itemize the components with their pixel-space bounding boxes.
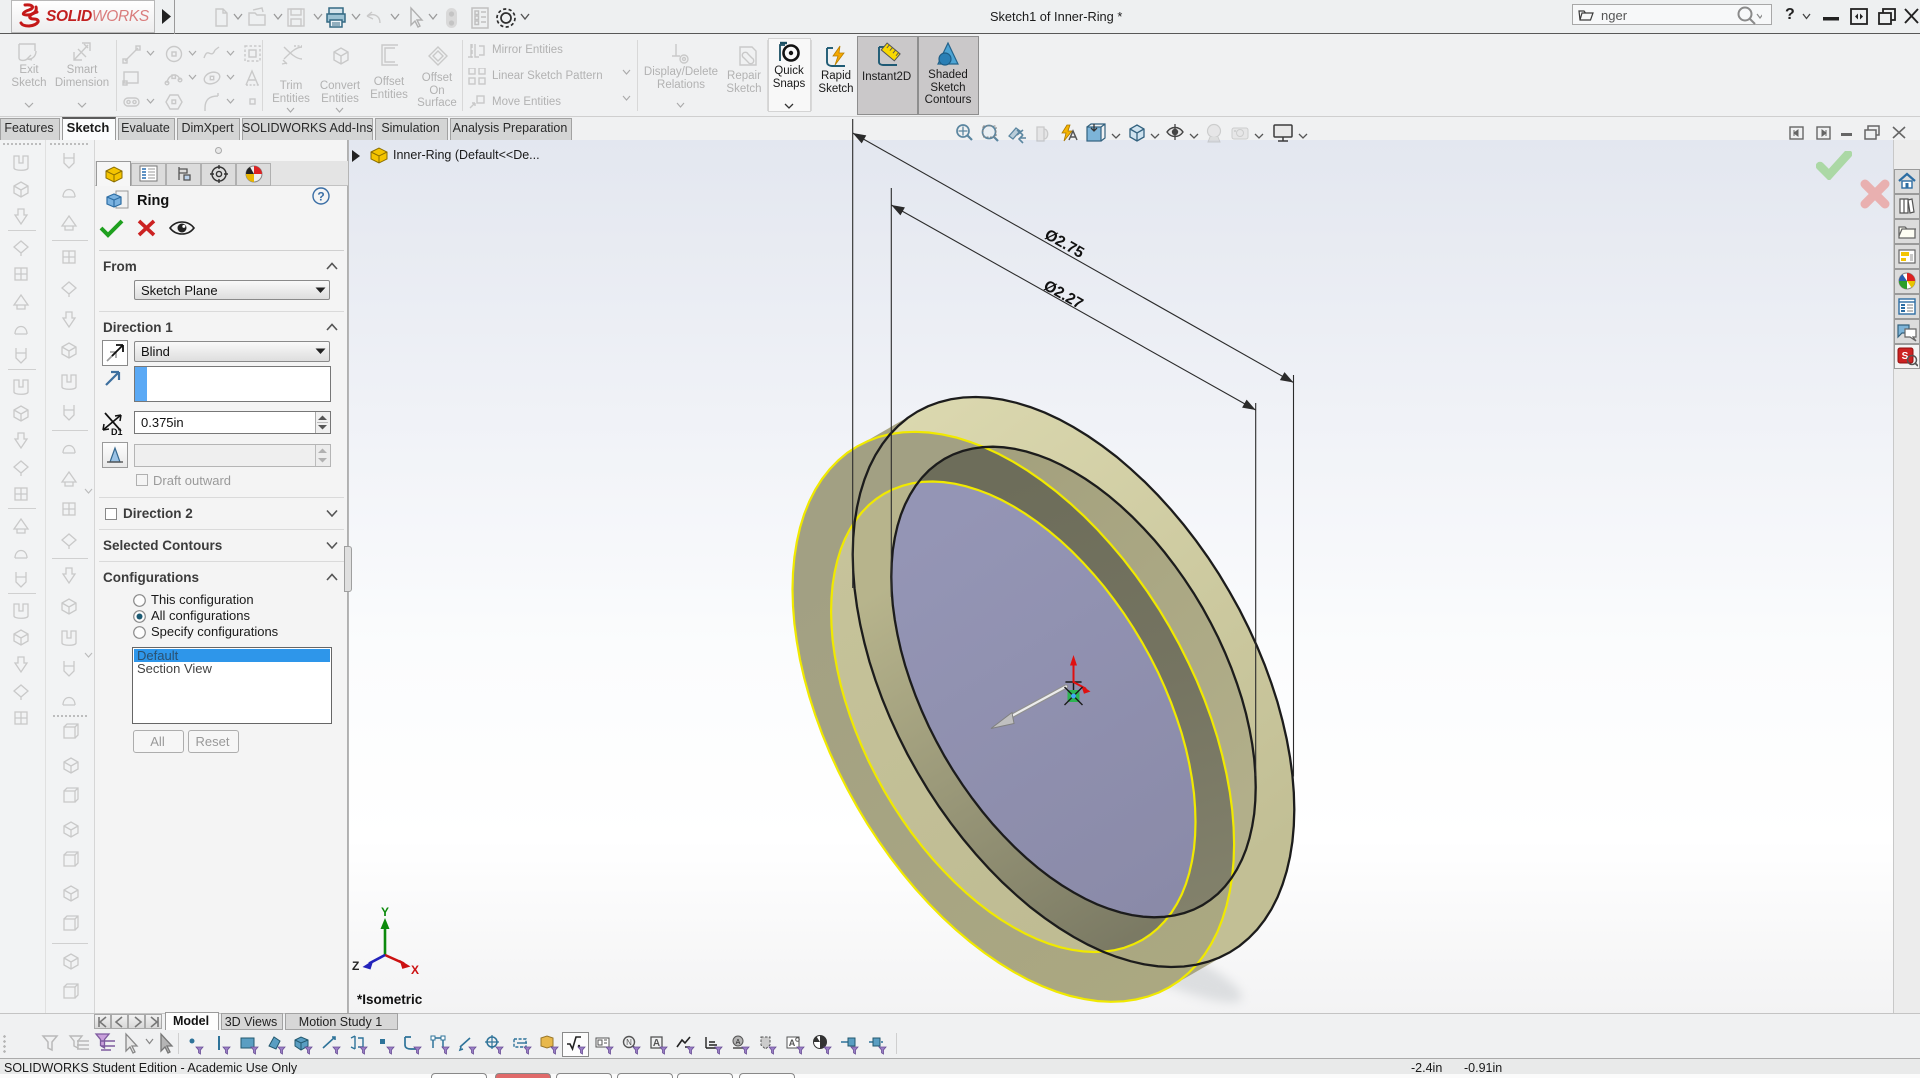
svg-text:Ø2.27: Ø2.27	[1041, 277, 1086, 313]
svg-text:X: X	[411, 963, 419, 977]
svg-text:A: A	[736, 1039, 741, 1046]
svg-text:Y: Y	[381, 905, 389, 919]
svg-text:*Isometric: *Isometric	[357, 992, 423, 1007]
svg-text:Z: Z	[352, 959, 359, 973]
svg-text:D1: D1	[111, 427, 123, 436]
svg-text:Ø2.75: Ø2.75	[1042, 226, 1087, 262]
svg-text:?: ?	[317, 190, 324, 204]
